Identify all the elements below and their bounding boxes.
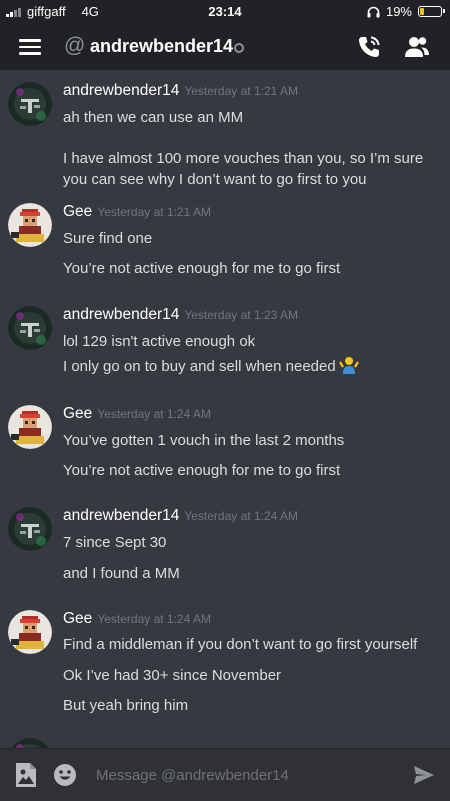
avatar[interactable]	[8, 610, 52, 654]
person-shrugging-emoji-icon	[338, 357, 359, 374]
message-text: 7 since Sept 30	[63, 534, 167, 551]
avatar[interactable]	[8, 738, 52, 748]
message-timestamp: Yesterday at 1:21 AM	[97, 205, 211, 219]
channel-title[interactable]: andrewbender14	[90, 36, 233, 57]
message-text: You’ve gotten 1 vouch in the last 2 mont…	[63, 432, 345, 449]
message-timestamp: Yesterday at 1:23 AM	[184, 308, 298, 322]
offline-status-icon	[234, 43, 244, 53]
members-icon[interactable]	[404, 35, 430, 59]
pixel-character-icon	[8, 405, 52, 449]
avatar[interactable]	[8, 405, 52, 449]
message-author[interactable]: andrewbender14 Yesterday at 1:21 AM	[63, 82, 298, 100]
battery-icon	[418, 6, 445, 17]
tsm-logo-icon	[8, 306, 52, 350]
avatar[interactable]	[8, 82, 52, 126]
battery-percent: 19%	[385, 4, 412, 19]
message-text: and I found a MM	[63, 565, 180, 582]
message-text: Sure find one	[63, 230, 153, 247]
message-text: But yeah bring him	[63, 697, 189, 714]
tsm-logo-icon	[8, 82, 52, 126]
message-text: lol 129 isn't active enough ok	[63, 333, 256, 350]
message-author[interactable]: andrewbender14 Yesterday at 1:23 AM	[63, 306, 298, 324]
message-text: I have almost 100 more vouches than you,…	[63, 150, 424, 188]
message-timestamp: Yesterday at 1:24 AM	[97, 612, 211, 626]
message-input-bar	[0, 748, 450, 801]
message-author[interactable]: Gee Yesterday at 1:24 AM	[63, 405, 211, 423]
message-input[interactable]	[96, 762, 396, 788]
dm-at-icon: @	[64, 34, 86, 57]
avatar[interactable]	[8, 203, 52, 247]
message-timestamp: Yesterday at 1:21 AM	[184, 84, 298, 98]
channel-header: @ andrewbender14	[0, 24, 450, 70]
send-icon[interactable]	[413, 764, 435, 786]
emoji-picker-icon[interactable]	[53, 763, 77, 787]
message-text: ah then we can use an MM	[63, 109, 244, 126]
message-timestamp: Yesterday at 1:24 AM	[184, 509, 298, 523]
message-author[interactable]: Gee Yesterday at 1:24 AM	[63, 610, 211, 628]
message-text: You’re not active enough for me to go fi…	[63, 260, 341, 277]
phone-call-icon[interactable]	[356, 34, 382, 60]
message-author[interactable]: andrewbender14 Yesterday at 1:24 AM	[63, 507, 298, 525]
attach-image-icon[interactable]	[14, 762, 38, 788]
avatar[interactable]	[8, 507, 52, 551]
message-text: Find a middleman if you don’t want to go…	[63, 636, 418, 653]
message-timestamp: Yesterday at 1:24 AM	[97, 407, 211, 421]
headphones-icon	[367, 6, 380, 17]
pixel-character-icon	[8, 203, 52, 247]
avatar[interactable]	[8, 306, 52, 350]
hamburger-menu-icon[interactable]	[19, 39, 41, 55]
pixel-character-icon	[8, 610, 52, 654]
tsm-logo-icon	[8, 507, 52, 551]
tsm-logo-icon	[11, 738, 49, 748]
status-bar: giffgaff 4G 23:14 19%	[0, 0, 450, 24]
message-author[interactable]: Gee Yesterday at 1:21 AM	[63, 203, 211, 221]
message-text: You’re not active enough for me to go fi…	[63, 462, 341, 479]
message-text: Ok I’ve had 30+ since November	[63, 667, 282, 684]
message-list[interactable]: andrewbender14 Yesterday at 1:21 AM ah th…	[0, 70, 450, 748]
message-text: I only go on to buy and sell when needed	[63, 356, 443, 377]
